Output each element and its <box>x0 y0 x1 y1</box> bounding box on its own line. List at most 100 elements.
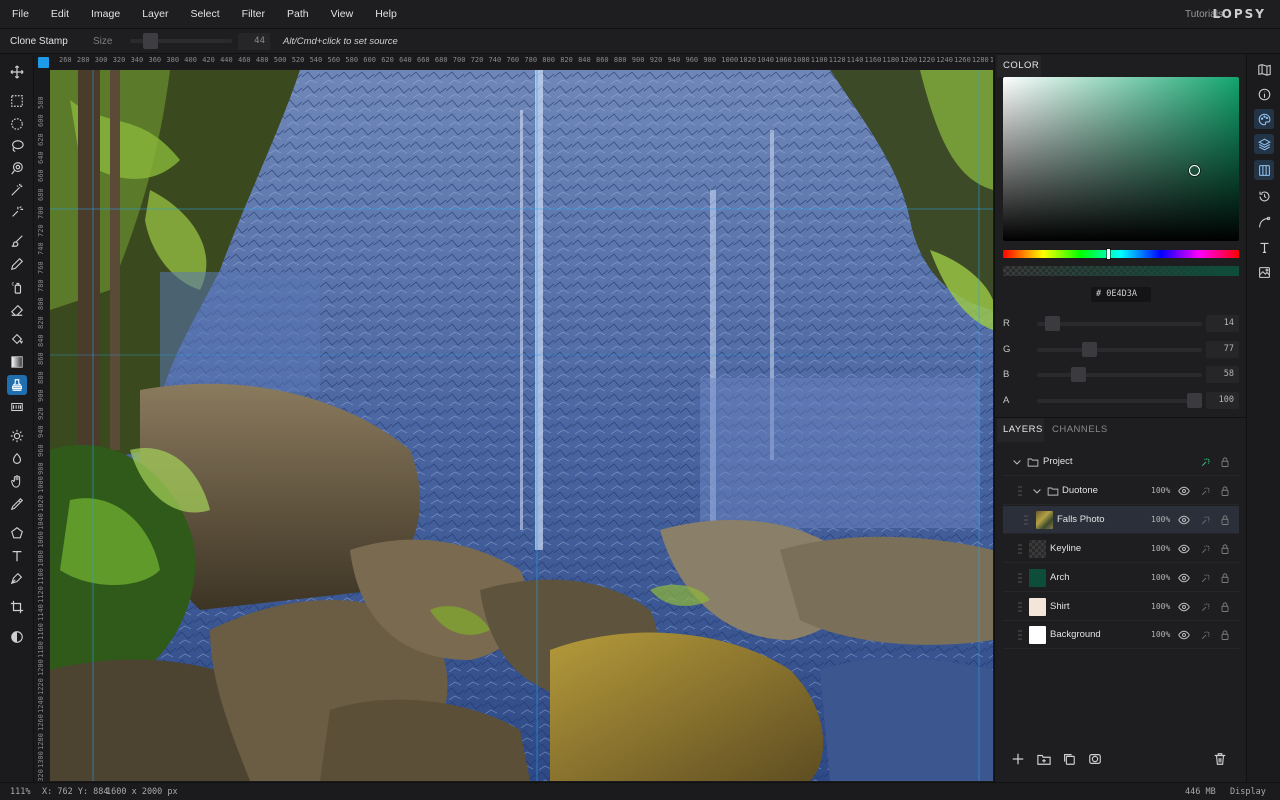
menu-file[interactable]: File <box>0 0 39 29</box>
magic-lasso-icon[interactable] <box>7 158 27 178</box>
menu-image[interactable]: Image <box>79 0 130 29</box>
layer-row[interactable]: Falls Photo 100% <box>1003 505 1239 534</box>
clone-stamp-icon[interactable] <box>7 375 27 395</box>
visibility-eye-icon[interactable] <box>1178 601 1190 613</box>
channel-slider-thumb[interactable] <box>1187 393 1202 409</box>
color-sv-handle[interactable] <box>1189 165 1200 176</box>
ruler-horizontal[interactable]: 260 280 300 320 340 360 380 400 420 440 460 480 500 5… <box>35 55 993 69</box>
tab-channels[interactable]: CHANNELS <box>1052 419 1108 441</box>
chevron-down-icon[interactable] <box>1031 485 1043 497</box>
layers-icon[interactable] <box>1254 134 1274 154</box>
channel-value-field[interactable]: 58 <box>1206 366 1239 384</box>
channel-value-field[interactable]: 14 <box>1206 315 1239 332</box>
layer-opacity[interactable]: 100% <box>1151 535 1170 563</box>
add-layer-icon[interactable] <box>1011 752 1027 768</box>
image-canvas[interactable] <box>50 70 993 781</box>
channel-slider-track[interactable] <box>1037 399 1202 404</box>
effects-icon[interactable] <box>1200 543 1212 555</box>
columns-icon[interactable] <box>1254 160 1274 180</box>
menu-view[interactable]: View <box>319 0 364 29</box>
pattern-icon[interactable] <box>7 397 27 417</box>
hue-slider-handle[interactable] <box>1107 249 1110 259</box>
magic-wand-icon[interactable] <box>7 180 27 200</box>
visibility-eye-icon[interactable] <box>1178 543 1190 555</box>
ruler-origin-icon[interactable] <box>38 57 49 68</box>
effects-icon[interactable] <box>1200 601 1212 613</box>
effects-icon[interactable] <box>1200 456 1212 468</box>
menu-edit[interactable]: Edit <box>39 0 79 29</box>
channel-slider-thumb[interactable] <box>1045 316 1061 331</box>
lock-icon[interactable] <box>1219 601 1231 613</box>
lock-icon[interactable] <box>1219 543 1231 555</box>
layer-row[interactable]: Background 100% <box>1003 621 1239 650</box>
rect-select-icon[interactable] <box>7 91 27 111</box>
effects-icon[interactable] <box>1200 514 1212 526</box>
channel-slider-thumb[interactable] <box>1082 341 1098 357</box>
effects-icon[interactable] <box>1200 572 1212 584</box>
polygon-icon[interactable] <box>7 523 27 543</box>
menu-path[interactable]: Path <box>275 0 319 29</box>
alpha-slider[interactable] <box>1003 266 1239 276</box>
tab-color[interactable]: COLOR <box>1003 55 1039 78</box>
drag-handle-icon[interactable] <box>1018 601 1022 612</box>
history-icon[interactable] <box>1254 186 1274 206</box>
layer-row[interactable]: Arch 100% <box>1003 564 1239 592</box>
mask-icon[interactable] <box>1088 752 1104 768</box>
menu-layer[interactable]: Layer <box>130 0 178 29</box>
duplicate-icon[interactable] <box>1062 752 1078 768</box>
eyedropper-icon[interactable] <box>7 494 27 514</box>
layer-name[interactable]: Shirt <box>1050 593 1070 621</box>
lock-icon[interactable] <box>1219 485 1231 497</box>
lock-icon[interactable] <box>1219 572 1231 584</box>
hue-slider[interactable] <box>1003 250 1239 258</box>
lock-icon[interactable] <box>1219 456 1231 468</box>
pencil-icon[interactable] <box>7 254 27 274</box>
visibility-eye-icon[interactable] <box>1178 514 1190 526</box>
layer-opacity[interactable]: 100% <box>1151 621 1170 649</box>
menu-select[interactable]: Select <box>178 0 229 29</box>
tab-layers[interactable]: LAYERS <box>1003 419 1043 442</box>
ellipse-select-icon[interactable] <box>7 114 27 134</box>
layer-opacity[interactable]: 100% <box>1151 593 1170 621</box>
lasso-icon[interactable] <box>7 136 27 156</box>
drag-handle-icon[interactable] <box>1024 514 1028 525</box>
visibility-eye-icon[interactable] <box>1178 629 1190 641</box>
eraser-icon[interactable] <box>7 300 27 320</box>
contrast-icon[interactable] <box>7 627 27 647</box>
chevron-down-icon[interactable] <box>1011 456 1023 468</box>
brush-icon[interactable] <box>7 231 27 251</box>
move-icon[interactable] <box>7 62 27 82</box>
image-adjust-icon[interactable] <box>1254 262 1274 282</box>
layer-row[interactable]: Duotone 100% <box>1003 477 1239 505</box>
channel-slider-track[interactable] <box>1037 322 1202 326</box>
drag-handle-icon[interactable] <box>1018 486 1022 496</box>
fill-icon[interactable] <box>7 329 27 349</box>
size-value-field[interactable]: 44 <box>238 33 270 50</box>
layer-name[interactable]: Background <box>1050 621 1101 649</box>
hand-icon[interactable] <box>7 471 27 491</box>
hex-color-field[interactable]: # 0E4D3A <box>1091 287 1151 302</box>
layer-opacity[interactable]: 100% <box>1151 477 1170 505</box>
type-icon[interactable] <box>1254 237 1274 257</box>
trash-icon[interactable] <box>1213 752 1229 768</box>
channel-value-field[interactable]: 100 <box>1206 392 1239 410</box>
dodge-icon[interactable] <box>7 426 27 446</box>
layer-name[interactable]: Project <box>1043 448 1073 476</box>
lock-icon[interactable] <box>1219 514 1231 526</box>
drag-handle-icon[interactable] <box>1018 630 1022 641</box>
layer-opacity[interactable]: 100% <box>1151 506 1170 534</box>
pen-icon[interactable] <box>7 568 27 588</box>
size-slider-thumb[interactable] <box>143 33 158 49</box>
text-icon[interactable] <box>7 546 27 566</box>
layer-name[interactable]: Arch <box>1050 564 1070 592</box>
layer-row[interactable]: Shirt 100% <box>1003 593 1239 621</box>
map-icon[interactable] <box>1254 59 1274 79</box>
visibility-eye-icon[interactable] <box>1178 485 1190 497</box>
path-icon[interactable] <box>1254 212 1274 232</box>
menu-help[interactable]: Help <box>363 0 407 29</box>
layer-name[interactable]: Duotone <box>1062 477 1098 505</box>
layer-row[interactable]: Keyline 100% <box>1003 535 1239 563</box>
color-sv-picker[interactable] <box>1003 77 1239 241</box>
visibility-eye-icon[interactable] <box>1178 572 1190 584</box>
quick-select-icon[interactable] <box>7 202 27 222</box>
